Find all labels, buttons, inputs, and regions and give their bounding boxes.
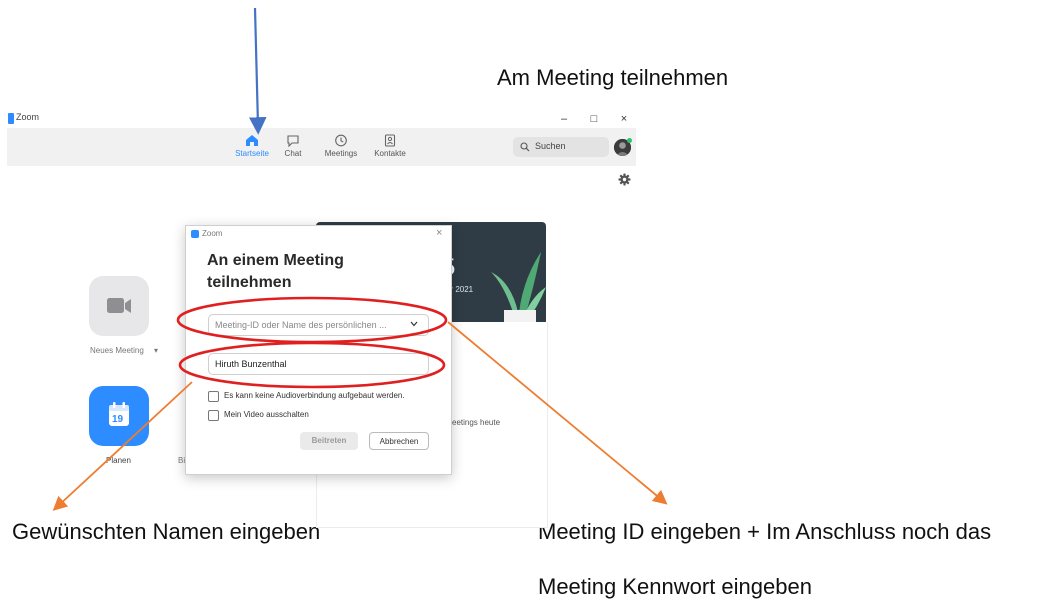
window-title: Zoom (16, 112, 40, 122)
search-placeholder: Suchen (535, 141, 566, 151)
meeting-id-hint-text: Meeting ID eingeben + Im Anschluss noch … (538, 519, 992, 544)
new-meeting-label: Neues Meeting (90, 346, 144, 355)
zoom-logo-icon (8, 113, 14, 124)
video-camera-icon (107, 298, 131, 313)
plant-illustration-icon (491, 252, 546, 322)
meeting-id-input[interactable] (208, 314, 429, 336)
tab-meetings-label: Meetings (324, 149, 358, 158)
tab-contacts-label: Kontakte (374, 149, 406, 158)
dialog-title: An einem Meeting teilnehmen (207, 252, 344, 291)
chat-icon (287, 135, 299, 147)
search-icon (520, 142, 530, 152)
close-button[interactable]: × (615, 110, 633, 128)
name-hint-text: Gewünschten Namen eingeben (12, 519, 321, 544)
home-icon (246, 135, 258, 146)
tab-chat-label: Chat (284, 149, 302, 158)
tab-contacts[interactable]: Kontakte (365, 132, 415, 164)
cancel-button[interactable]: Abbrechen (369, 432, 429, 450)
maximize-button[interactable]: □ (585, 110, 603, 128)
top-navigation-bar: Startseite Chat Meetings Kontakte Suchen (7, 128, 636, 166)
video-off-label: Mein Video ausschalten (224, 410, 309, 419)
dialog-close-button[interactable]: × (436, 227, 442, 239)
no-meetings-today-text: eetings heute (452, 418, 501, 427)
tab-chat[interactable]: Chat (268, 132, 318, 164)
window-titlebar: Zoom – □ × (0, 110, 640, 128)
blue-arrow (248, 7, 267, 135)
gear-icon[interactable] (618, 173, 631, 186)
display-name-input[interactable] (208, 353, 429, 375)
schedule-button[interactable]: 19 (89, 386, 149, 446)
calendar-day: 19 (112, 414, 124, 425)
meeting-password-hint-text: Meeting Kennwort eingeben (538, 574, 812, 599)
join-meeting-dialog: Zoom × An einem Meeting teilnehmen Es ka… (185, 225, 452, 475)
tab-meetings[interactable]: Meetings (316, 132, 366, 164)
no-audio-label: Es kann keine Audioverbindung aufgebaut … (224, 391, 405, 400)
join-button[interactable]: Beitreten (300, 432, 358, 450)
instruction-title: Am Meeting teilnehmen (497, 65, 729, 90)
schedule-label: Planen (106, 456, 131, 465)
chevron-down-icon[interactable] (410, 321, 418, 327)
minimize-button[interactable]: – (555, 110, 573, 128)
online-status-badge (627, 138, 632, 143)
chevron-down-icon[interactable]: ▾ (154, 346, 158, 355)
video-off-checkbox[interactable] (208, 410, 219, 421)
no-audio-checkbox[interactable] (208, 391, 219, 402)
clock-icon (335, 134, 347, 147)
zoom-logo-icon (191, 230, 199, 238)
dialog-app-title: Zoom (202, 229, 223, 238)
search-input[interactable]: Suchen (513, 137, 609, 157)
contacts-icon (384, 134, 396, 147)
new-meeting-button[interactable] (89, 276, 149, 336)
